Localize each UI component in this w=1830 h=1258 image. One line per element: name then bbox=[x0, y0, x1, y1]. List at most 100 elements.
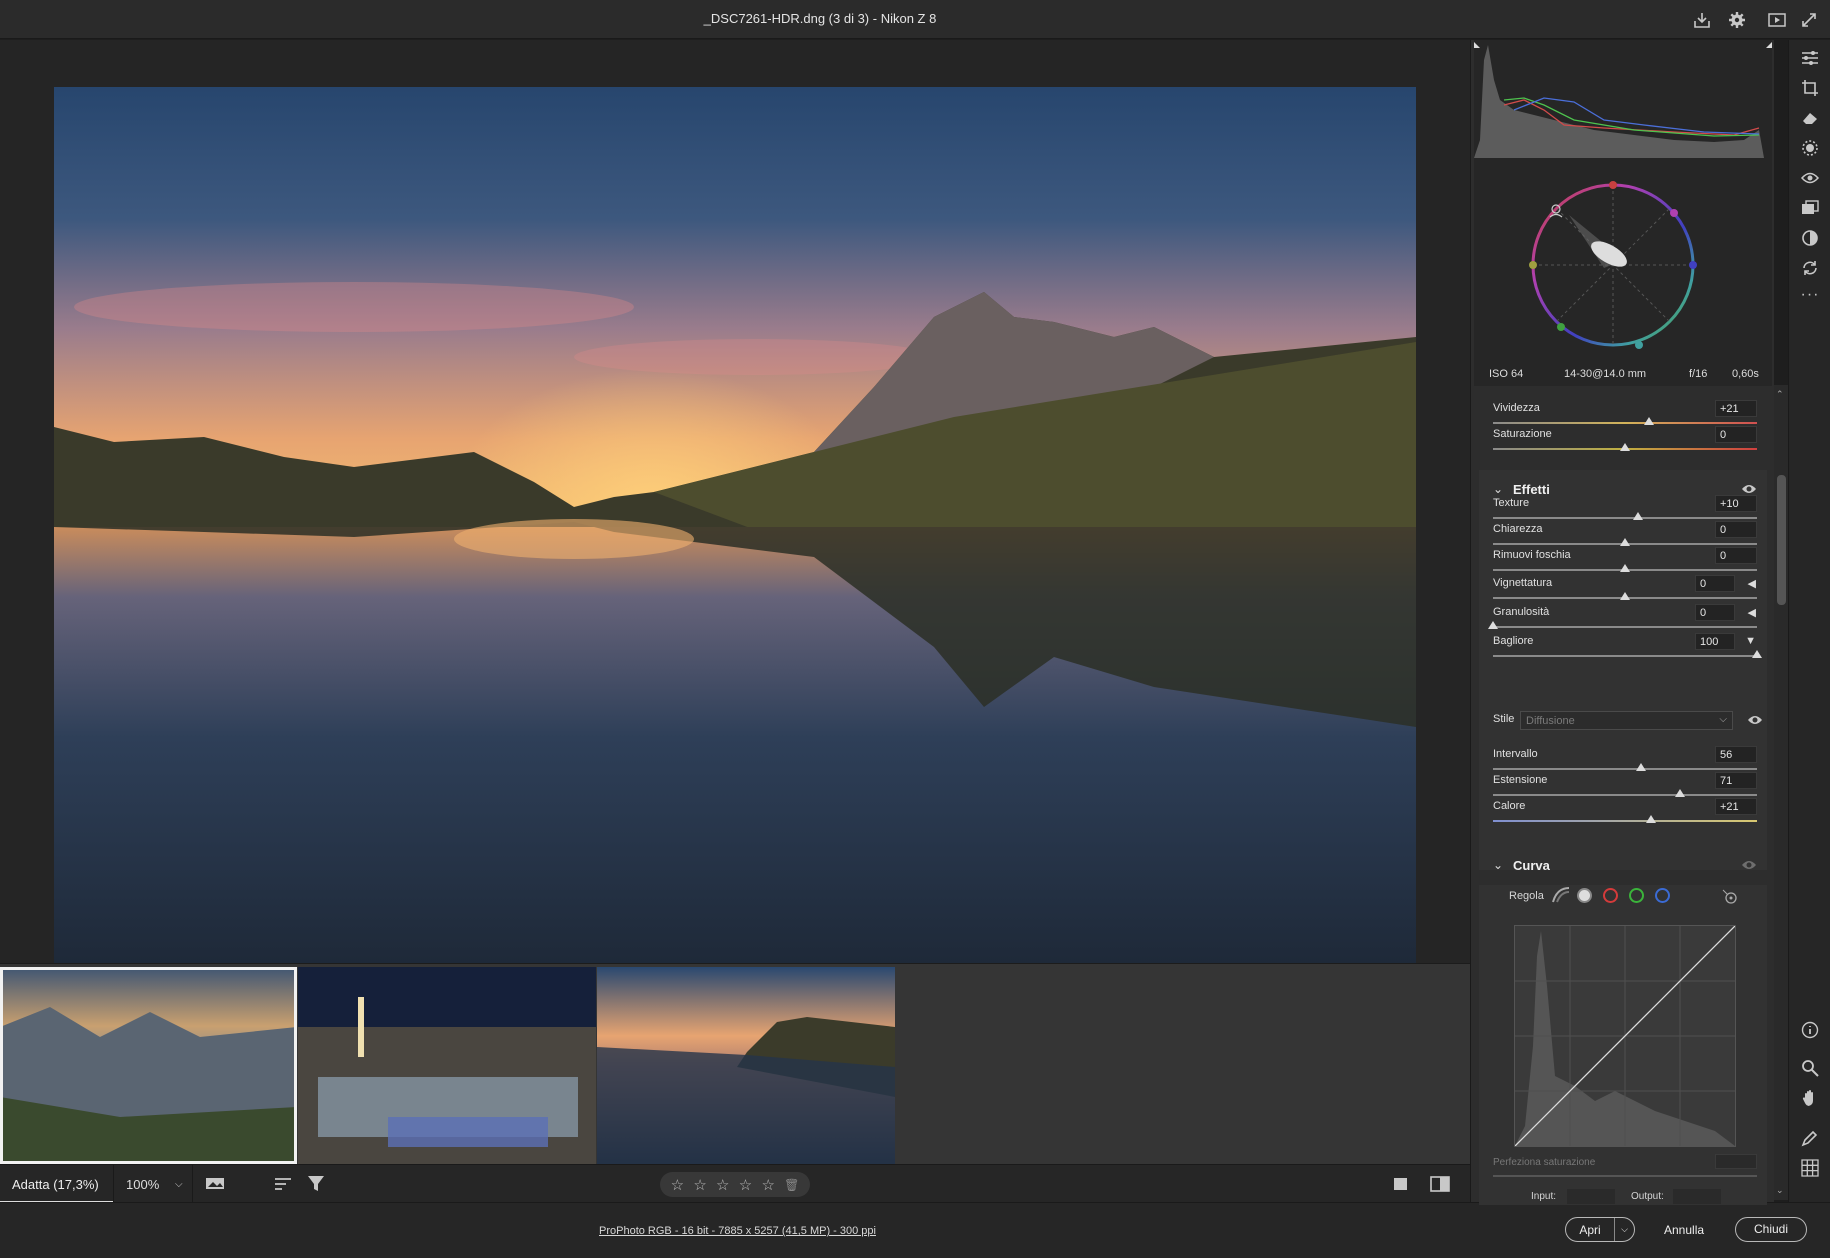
zoom-fit-button[interactable]: Adatta (17,3%) bbox=[0, 1165, 113, 1203]
effect-slider-track[interactable] bbox=[1493, 655, 1757, 657]
cancel-button[interactable]: Annulla bbox=[1664, 1223, 1704, 1237]
sync-icon[interactable] bbox=[1800, 258, 1820, 278]
effect-slider-thumb[interactable] bbox=[1620, 592, 1630, 600]
more-icon[interactable]: ··· bbox=[1800, 285, 1820, 305]
tone-curve-graph[interactable] bbox=[1514, 925, 1736, 1147]
panel-scrollbar[interactable]: ⌃ ⌄ bbox=[1774, 385, 1788, 1200]
color-slider-track[interactable] bbox=[1493, 422, 1757, 424]
glow-slider-track[interactable] bbox=[1493, 794, 1757, 796]
effect-slider-value-field[interactable]: 0 bbox=[1695, 604, 1735, 621]
crop-icon[interactable] bbox=[1800, 78, 1820, 98]
snapshots-icon[interactable] bbox=[1800, 228, 1820, 248]
eye-icon[interactable] bbox=[1741, 859, 1757, 874]
compare-view-icon[interactable] bbox=[1430, 1174, 1450, 1194]
trash-icon[interactable]: 🗑 bbox=[784, 1178, 799, 1192]
workflow-options-link[interactable]: ProPhoto RGB - 16 bit - 7885 x 5257 (41,… bbox=[599, 1225, 876, 1237]
chevron-down-icon[interactable]: ⌵ bbox=[175, 1174, 183, 1194]
red-channel-button[interactable] bbox=[1603, 888, 1618, 903]
triangle-down-icon[interactable]: ▼ bbox=[1745, 635, 1756, 647]
play-icon[interactable] bbox=[1765, 8, 1789, 32]
sort-icon[interactable] bbox=[274, 1174, 294, 1194]
star-rating[interactable]: ☆ ☆ ☆ ☆ ☆ 🗑 bbox=[660, 1172, 810, 1197]
hand-icon[interactable] bbox=[1800, 1088, 1820, 1108]
presets-icon[interactable] bbox=[1800, 198, 1820, 218]
curve-header[interactable]: ⌄ Curva bbox=[1493, 856, 1757, 880]
glow-slider-value-field[interactable]: +21 bbox=[1715, 798, 1757, 815]
blue-channel-button[interactable] bbox=[1655, 888, 1670, 903]
color-wheel[interactable] bbox=[1474, 160, 1772, 360]
color-slider-thumb[interactable] bbox=[1643, 417, 1654, 425]
open-button-label[interactable]: Apri bbox=[1566, 1223, 1614, 1237]
open-button[interactable]: Apri ⌵ bbox=[1565, 1217, 1635, 1242]
info-icon[interactable] bbox=[1800, 1020, 1820, 1040]
point-curve-white-button[interactable] bbox=[1577, 888, 1592, 903]
chevron-down-icon[interactable]: ⌵ bbox=[1614, 1218, 1634, 1241]
effect-slider-thumb[interactable] bbox=[1633, 512, 1644, 520]
effect-slider-thumb[interactable] bbox=[1488, 621, 1498, 629]
scroll-down-icon[interactable]: ⌄ bbox=[1776, 1185, 1784, 1196]
filmstrip-thumb-1[interactable] bbox=[0, 967, 297, 1164]
star-1[interactable]: ☆ bbox=[671, 1176, 684, 1194]
star-4[interactable]: ☆ bbox=[739, 1176, 752, 1194]
expand-icon[interactable] bbox=[1797, 8, 1821, 32]
single-view-icon[interactable] bbox=[1392, 1174, 1410, 1194]
gear-icon[interactable] bbox=[1725, 8, 1749, 32]
eyedropper-icon[interactable] bbox=[1800, 1128, 1820, 1148]
glow-slider-thumb[interactable] bbox=[1646, 815, 1657, 823]
download-icon[interactable] bbox=[1690, 8, 1714, 32]
color-slider-thumb[interactable] bbox=[1620, 443, 1630, 451]
chevron-down-icon[interactable]: ⌄ bbox=[1493, 858, 1503, 872]
triangle-left-icon[interactable]: ◀ bbox=[1748, 577, 1756, 590]
style-dropdown[interactable]: Diffusione ⌵ bbox=[1520, 711, 1733, 730]
star-3[interactable]: ☆ bbox=[716, 1176, 729, 1194]
effect-slider-track[interactable] bbox=[1493, 626, 1757, 628]
edit-sliders-icon[interactable] bbox=[1800, 48, 1820, 68]
effect-slider-track[interactable] bbox=[1493, 517, 1757, 519]
filmstrip-view-icon[interactable] bbox=[205, 1174, 229, 1194]
effect-slider-row[interactable]: Granulosità 0 ◀ bbox=[1488, 604, 1757, 634]
effect-slider-row[interactable]: Bagliore 100 ▼ bbox=[1493, 633, 1762, 663]
green-channel-button[interactable] bbox=[1629, 888, 1644, 903]
glow-slider-thumb[interactable] bbox=[1675, 789, 1686, 797]
filmstrip-thumb-2[interactable] bbox=[298, 967, 596, 1164]
filmstrip-thumb-3[interactable] bbox=[597, 967, 895, 1164]
star-2[interactable]: ☆ bbox=[693, 1176, 706, 1194]
color-slider-value-field[interactable]: 0 bbox=[1715, 426, 1757, 443]
filter-icon[interactable] bbox=[307, 1174, 327, 1194]
target-adjust-icon[interactable] bbox=[1721, 888, 1737, 904]
effect-slider-row[interactable]: Rimuovi foschia 0 bbox=[1493, 547, 1757, 577]
effect-slider-value-field[interactable]: 0 bbox=[1695, 575, 1735, 592]
parametric-curve-icon[interactable] bbox=[1551, 886, 1571, 904]
image-canvas[interactable] bbox=[0, 40, 1470, 995]
zoom-icon[interactable] bbox=[1800, 1058, 1820, 1078]
red-eye-icon[interactable] bbox=[1800, 168, 1820, 188]
effect-slider-value-field[interactable]: 0 bbox=[1715, 521, 1757, 538]
effect-slider-value-field[interactable]: 100 bbox=[1695, 633, 1735, 650]
effect-slider-thumb[interactable] bbox=[1620, 564, 1630, 572]
close-button[interactable]: Chiudi bbox=[1735, 1217, 1807, 1242]
effect-slider-thumb[interactable] bbox=[1620, 538, 1630, 546]
refine-saturation-field[interactable] bbox=[1715, 1154, 1757, 1169]
curve-input-field[interactable] bbox=[1567, 1189, 1615, 1204]
chevron-down-icon[interactable]: ⌄ bbox=[1493, 482, 1503, 496]
effect-slider-value-field[interactable]: 0 bbox=[1715, 547, 1757, 564]
glow-slider-row[interactable]: Calore +21 bbox=[1493, 798, 1757, 828]
glow-slider-value-field[interactable]: 56 bbox=[1715, 746, 1757, 763]
refine-saturation-track[interactable] bbox=[1493, 1175, 1757, 1177]
grid-icon[interactable] bbox=[1800, 1158, 1820, 1178]
glow-slider-track[interactable] bbox=[1493, 768, 1757, 770]
effect-slider-value-field[interactable]: +10 bbox=[1715, 495, 1757, 512]
star-5[interactable]: ☆ bbox=[761, 1176, 774, 1194]
glow-slider-value-field[interactable]: 71 bbox=[1715, 772, 1757, 789]
eye-icon[interactable] bbox=[1747, 714, 1763, 729]
curve-output-field[interactable] bbox=[1673, 1189, 1721, 1204]
glow-slider-track[interactable] bbox=[1493, 820, 1757, 822]
color-slider-value-field[interactable]: +21 bbox=[1715, 400, 1757, 417]
eraser-icon[interactable] bbox=[1800, 108, 1820, 128]
triangle-left-icon[interactable]: ◀ bbox=[1748, 606, 1756, 619]
color-slider-row[interactable]: Saturazione 0 bbox=[1493, 426, 1757, 456]
effect-slider-row[interactable]: Vignettatura 0 ◀ bbox=[1493, 575, 1757, 605]
effect-slider-thumb[interactable] bbox=[1752, 650, 1762, 658]
glow-slider-thumb[interactable] bbox=[1635, 763, 1646, 771]
main-photo[interactable] bbox=[54, 87, 1416, 995]
